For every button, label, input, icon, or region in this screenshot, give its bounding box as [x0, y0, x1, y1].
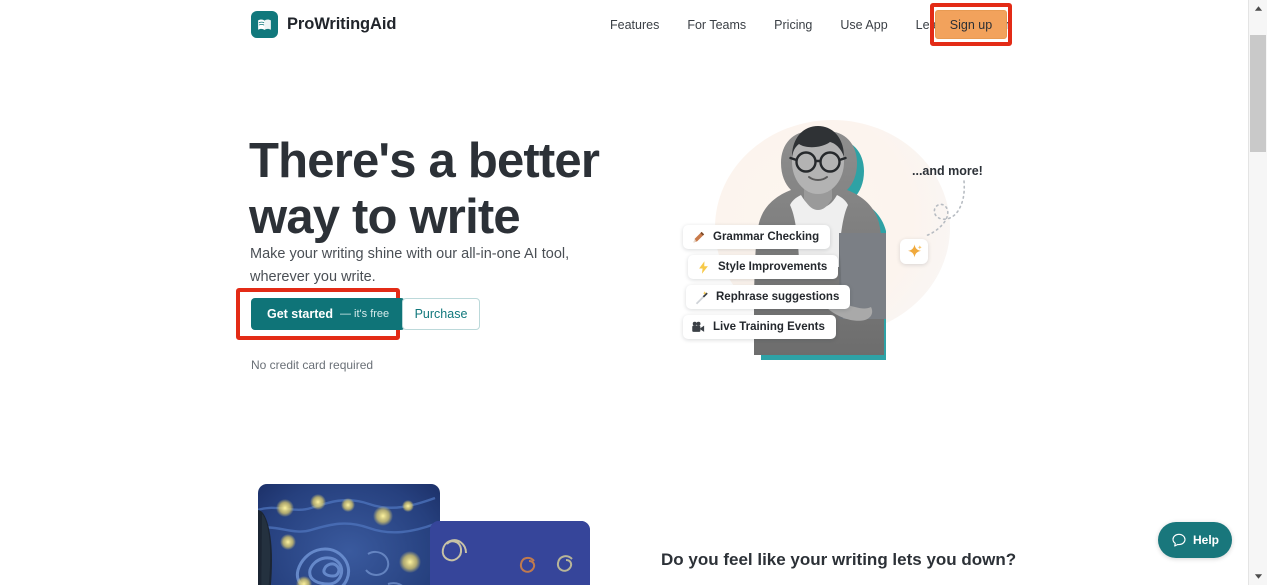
video-camera-icon: [692, 321, 705, 332]
feature-chip-label: Live Training Events: [713, 321, 825, 333]
and-more-annotation: ...and more!: [912, 164, 983, 178]
hero-subtitle: Make your writing shine with our all-in-…: [250, 245, 570, 285]
get-started-sublabel: — it's free: [340, 308, 390, 320]
feature-chip-style-improvements: Style Improvements: [688, 255, 839, 279]
scrollbar-up-button[interactable]: [1249, 0, 1267, 17]
get-started-label: Get started: [267, 307, 333, 321]
scrollbar-thumb[interactable]: [1250, 35, 1266, 152]
feature-chip-live-training-events: Live Training Events: [683, 315, 836, 339]
brand-logo[interactable]: ProWritingAid: [251, 11, 396, 38]
no-credit-card-note: No credit card required: [251, 358, 374, 372]
blue-swirls-card: [430, 521, 590, 585]
nav-item-for-teams[interactable]: For Teams: [673, 12, 760, 38]
page-viewport: ProWritingAid Features For Teams Pricing…: [0, 0, 1248, 585]
starry-night-painting: [258, 484, 440, 585]
browser-page: ProWritingAid Features For Teams Pricing…: [0, 0, 1267, 585]
vertical-scrollbar[interactable]: [1248, 0, 1267, 585]
nav-item-pricing[interactable]: Pricing: [760, 12, 826, 38]
nav-item-use-app[interactable]: Use App: [826, 12, 901, 38]
sign-up-button[interactable]: Sign up: [935, 10, 1007, 39]
curly-arrow-icon: [924, 180, 966, 237]
help-widget-button[interactable]: Help: [1158, 522, 1232, 558]
brand-name: ProWritingAid: [287, 15, 397, 33]
feature-chip-grammar-checking: Grammar Checking: [683, 225, 831, 249]
section-heading: Do you feel like your writing lets you d…: [661, 550, 1017, 569]
feature-chip-label: Style Improvements: [718, 261, 828, 273]
chat-bubble-icon: [1172, 533, 1186, 547]
lightning-bolt-icon: [699, 260, 708, 274]
scrollbar-track[interactable]: [1249, 17, 1267, 568]
hero-illustration: Grammar Checking Style Improvements Reph…: [655, 95, 1015, 380]
pencil-icon: [693, 231, 705, 242]
magic-wand-icon: [695, 290, 708, 304]
feature-chip-label: Grammar Checking: [713, 231, 820, 243]
purchase-button[interactable]: Purchase: [402, 298, 480, 330]
get-started-button[interactable]: Get started — it's free: [251, 298, 406, 330]
nav-item-features[interactable]: Features: [596, 12, 673, 38]
hero-title-line-1: There's a better: [249, 133, 600, 188]
chevron-down-icon: [1254, 574, 1262, 579]
page-title: There's a better way to write: [249, 133, 649, 245]
chevron-up-icon: [1254, 6, 1262, 11]
feature-chip-label: Rephrase suggestions: [716, 291, 840, 303]
site-header: ProWritingAid Features For Teams Pricing…: [0, 0, 1248, 50]
scrollbar-down-button[interactable]: [1249, 568, 1267, 585]
open-book-icon: [251, 11, 278, 38]
feature-chip-rephrase-suggestions: Rephrase suggestions: [686, 285, 851, 309]
help-widget-label: Help: [1192, 533, 1219, 547]
hero-title-line-2: way to write: [249, 189, 521, 244]
